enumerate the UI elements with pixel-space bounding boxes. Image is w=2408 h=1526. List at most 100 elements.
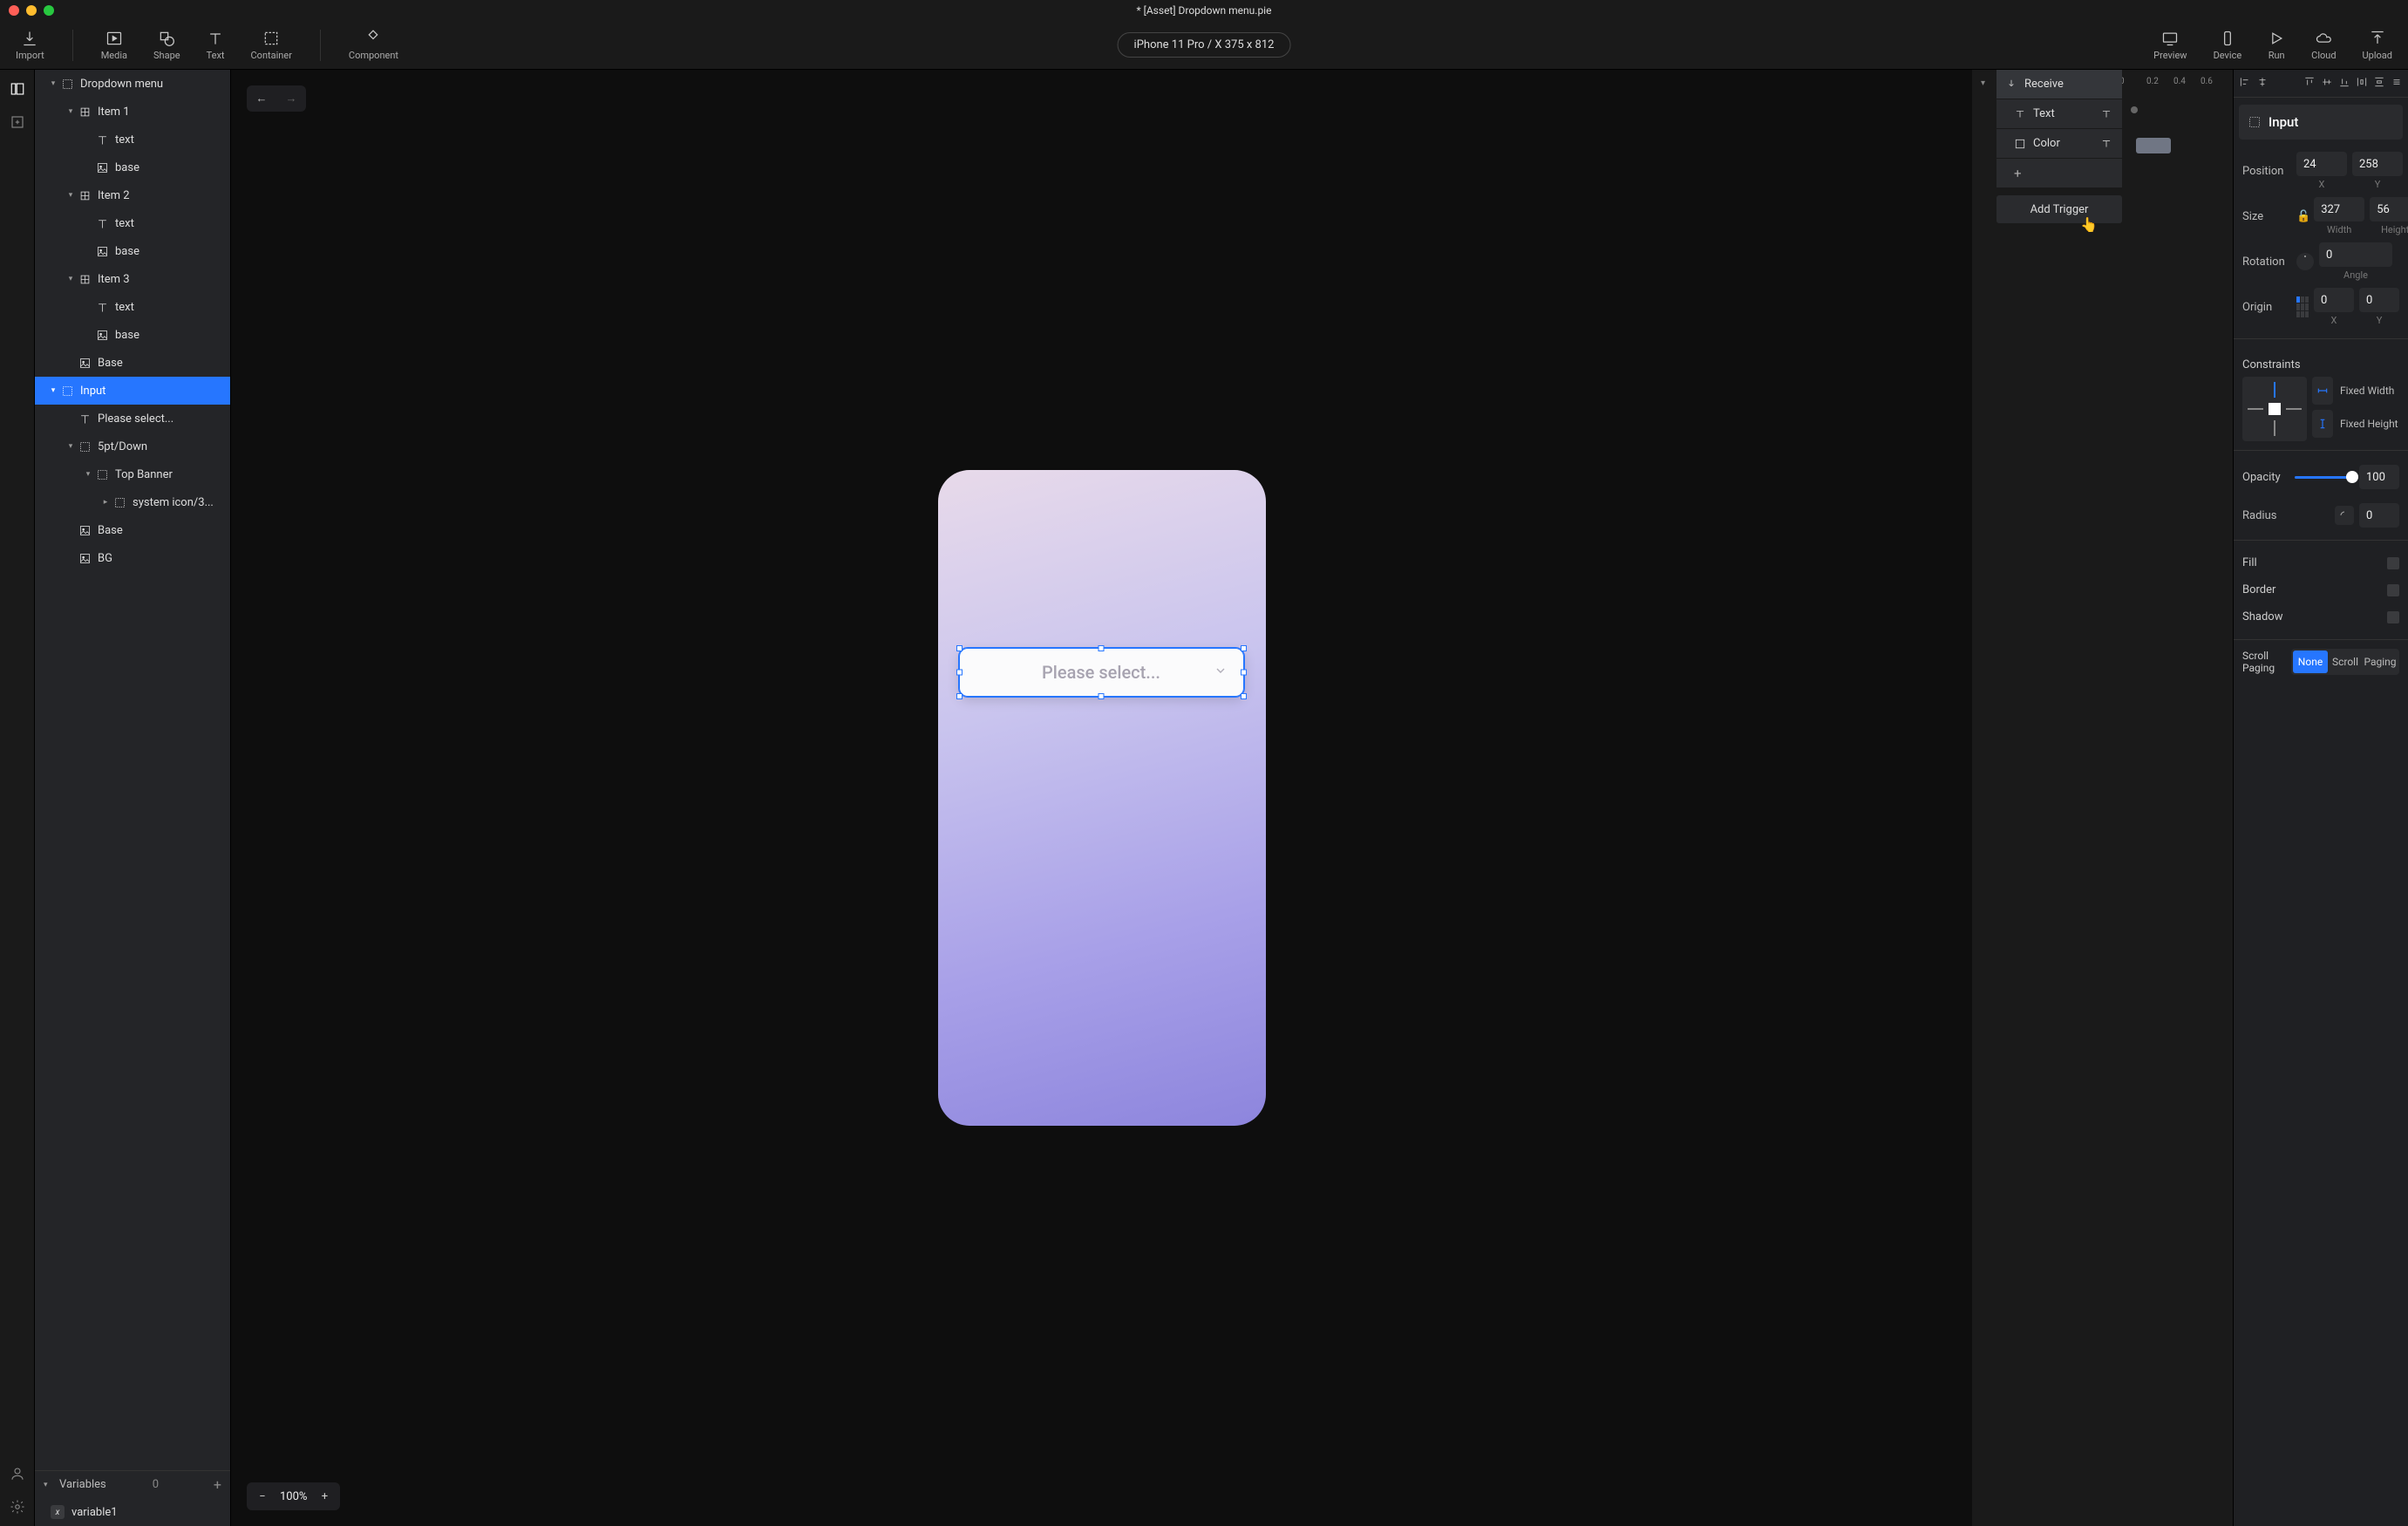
trigger-color-row[interactable]: Color: [1996, 129, 2122, 159]
layer-label: 5pt/Down: [98, 440, 147, 453]
layer-row[interactable]: Base: [35, 516, 230, 544]
opacity-slider[interactable]: [2295, 476, 2352, 479]
rotation-input[interactable]: [2319, 242, 2392, 267]
import-button[interactable]: Import: [10, 26, 50, 65]
trigger-color-label: Color: [2033, 137, 2060, 150]
position-x-input[interactable]: [2296, 152, 2347, 176]
run-button[interactable]: Run: [2262, 26, 2290, 65]
color-swatch[interactable]: [2136, 138, 2171, 153]
layer-row[interactable]: base: [35, 237, 230, 265]
shape-button[interactable]: Shape: [148, 26, 186, 65]
distribute-h-icon[interactable]: [2356, 76, 2368, 92]
opacity-input[interactable]: [2359, 465, 2399, 489]
color-type-icon: [2099, 137, 2113, 151]
cloud-button[interactable]: Cloud: [2306, 26, 2341, 65]
layer-row[interactable]: Base: [35, 349, 230, 377]
layer-row[interactable]: ▾Input: [35, 377, 230, 405]
upload-button[interactable]: Upload: [2357, 26, 2398, 65]
seg-none[interactable]: None: [2293, 651, 2328, 673]
panel-collapse-icon[interactable]: ▾: [1981, 78, 1985, 88]
layers-list[interactable]: ▾Dropdown menu▾Item 1textbase▾Item 2text…: [35, 70, 230, 1470]
minimize-window-icon[interactable]: [26, 5, 37, 16]
device-selector[interactable]: iPhone 11 Pro / X 375 x 812: [1118, 32, 1291, 58]
layer-row[interactable]: text: [35, 126, 230, 153]
trigger-receive-row[interactable]: Receive: [1996, 70, 2122, 99]
distribute-v-icon[interactable]: [2373, 76, 2385, 92]
seg-scroll[interactable]: Scroll: [2328, 651, 2363, 673]
origin-y-input[interactable]: [2359, 288, 2399, 312]
variable-row[interactable]: x variable1: [35, 1498, 230, 1526]
align-center-h-icon[interactable]: [2256, 76, 2269, 92]
canvas-nav: ← →: [247, 85, 306, 112]
user-icon[interactable]: [9, 1465, 26, 1482]
text-label: Text: [207, 50, 225, 61]
shadow-row[interactable]: Shadow: [2234, 603, 2408, 630]
layer-row[interactable]: ▾Item 1: [35, 98, 230, 126]
inspector-align-bar: [2234, 70, 2408, 98]
keyframe-dot-icon[interactable]: [2131, 106, 2138, 113]
layer-row[interactable]: text: [35, 209, 230, 237]
border-row[interactable]: Border: [2234, 576, 2408, 603]
align-left-icon[interactable]: [2239, 76, 2251, 92]
width-input[interactable]: [2314, 197, 2364, 221]
layer-row[interactable]: ▸system icon/3...: [35, 488, 230, 516]
container-button[interactable]: Container: [246, 26, 297, 65]
origin-label: Origin: [2242, 301, 2296, 314]
trigger-text-row[interactable]: Text: [1996, 99, 2122, 129]
layer-row[interactable]: BG: [35, 544, 230, 572]
canvas[interactable]: ← → Please select... − 100% +: [231, 70, 1972, 1526]
device-button[interactable]: Device: [2208, 26, 2248, 65]
seg-paging[interactable]: Paging: [2363, 651, 2398, 673]
align-bottom-icon[interactable]: [2338, 76, 2350, 92]
variable-name: variable1: [71, 1506, 118, 1519]
zoom-in-button[interactable]: +: [314, 1486, 335, 1507]
lock-icon[interactable]: 🔓: [2296, 210, 2310, 223]
constraints-diagram[interactable]: [2242, 377, 2307, 441]
rotation-dial[interactable]: [2296, 253, 2314, 270]
layer-row[interactable]: ▾5pt/Down: [35, 433, 230, 460]
more-align-icon[interactable]: [2391, 76, 2403, 92]
document-title: * [Asset] Dropdown menu.pie: [1137, 4, 1272, 17]
zoom-value[interactable]: 100%: [273, 1490, 314, 1503]
add-variable-icon[interactable]: +: [214, 1476, 221, 1493]
fill-row[interactable]: Fill: [2234, 549, 2408, 576]
add-panel-icon[interactable]: [9, 113, 26, 131]
position-y-input[interactable]: [2352, 152, 2403, 176]
radius-mode-icon[interactable]: [2335, 506, 2354, 525]
layer-row[interactable]: Please select...: [35, 405, 230, 433]
add-trigger-button[interactable]: Add Trigger: [1996, 195, 2122, 223]
selected-element-name[interactable]: Input: [2239, 105, 2403, 140]
nav-back-icon[interactable]: ←: [247, 85, 276, 112]
media-button[interactable]: Media: [96, 26, 133, 65]
radius-input[interactable]: [2359, 503, 2399, 528]
origin-x-input[interactable]: [2314, 288, 2354, 312]
device-frame: Please select...: [938, 470, 1266, 1126]
fixed-width-toggle[interactable]: Fixed Width: [2312, 377, 2399, 405]
align-middle-icon[interactable]: [2321, 76, 2333, 92]
layer-row[interactable]: base: [35, 321, 230, 349]
height-input[interactable]: [2370, 197, 2408, 221]
layer-row[interactable]: ▾Item 2: [35, 181, 230, 209]
traffic-lights: [9, 5, 54, 16]
close-window-icon[interactable]: [9, 5, 19, 16]
layer-row[interactable]: text: [35, 293, 230, 321]
settings-icon[interactable]: [9, 1498, 26, 1516]
nav-forward-icon[interactable]: →: [276, 85, 306, 112]
fixed-height-toggle[interactable]: Fixed Height: [2312, 410, 2399, 438]
component-button[interactable]: Component: [344, 26, 404, 65]
preview-button[interactable]: Preview: [2148, 26, 2192, 65]
zoom-out-button[interactable]: −: [252, 1486, 273, 1507]
maximize-window-icon[interactable]: [44, 5, 54, 16]
run-label: Run: [2269, 50, 2285, 61]
origin-grid[interactable]: [2296, 296, 2309, 317]
variables-header[interactable]: ▾ Variables 0 +: [35, 1470, 230, 1498]
align-top-icon[interactable]: [2303, 76, 2316, 92]
selected-element-input[interactable]: Please select...: [959, 648, 1244, 697]
layer-row[interactable]: ▾Dropdown menu: [35, 70, 230, 98]
layer-row[interactable]: ▾Top Banner: [35, 460, 230, 488]
layer-row[interactable]: base: [35, 153, 230, 181]
text-button[interactable]: Text: [201, 26, 230, 65]
layers-tab-icon[interactable]: [9, 80, 26, 98]
layer-row[interactable]: ▾Item 3: [35, 265, 230, 293]
add-property-button[interactable]: +: [1996, 159, 2122, 188]
